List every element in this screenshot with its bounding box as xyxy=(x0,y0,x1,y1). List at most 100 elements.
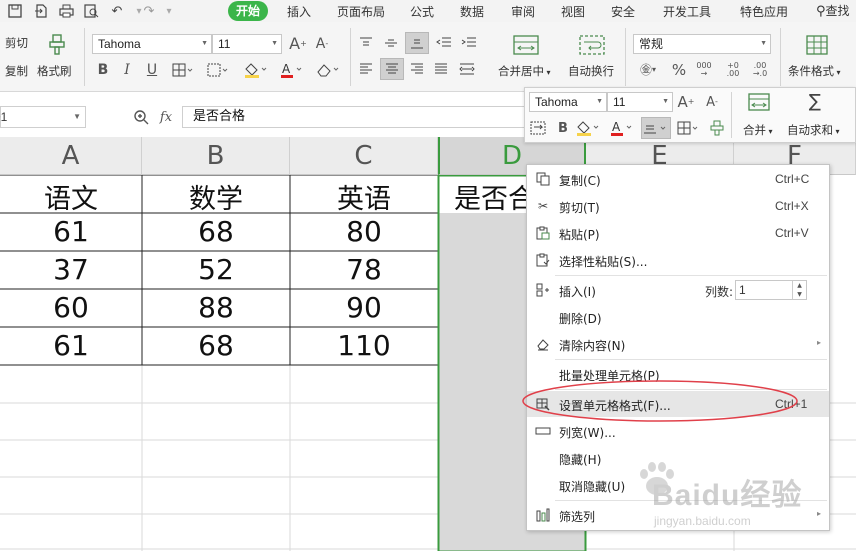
cell-b2[interactable]: 68 xyxy=(142,215,290,251)
search-command[interactable]: ⚲查找 xyxy=(816,2,856,20)
cell-c4[interactable]: 90 xyxy=(290,291,438,327)
percent-icon[interactable]: % xyxy=(670,61,688,79)
column-header-b[interactable]: B xyxy=(142,137,290,175)
underline-icon[interactable]: U xyxy=(144,61,160,79)
cell-a1[interactable]: 语文 xyxy=(0,177,142,215)
save-icon[interactable] xyxy=(6,2,24,20)
format-painter-icon[interactable] xyxy=(46,34,68,56)
merge-center-icon[interactable] xyxy=(512,34,540,56)
mini-wrap-icon[interactable] xyxy=(529,119,547,137)
distribute-icon[interactable] xyxy=(457,60,477,78)
tab-page-layout[interactable]: 页面布局 xyxy=(337,3,385,20)
increase-decimal-icon[interactable]: +0.00 xyxy=(723,59,743,81)
cell-a2[interactable]: 61 xyxy=(0,215,142,251)
menu-item-paste[interactable]: 粘贴(P) Ctrl+V xyxy=(527,220,829,246)
font-name-select[interactable]: Tahoma ▼ xyxy=(92,34,212,54)
cell-a4[interactable]: 60 xyxy=(0,291,142,327)
decrease-decimal-icon[interactable]: .00 →.0 xyxy=(750,59,770,81)
autosum-icon[interactable]: ∑ xyxy=(803,92,827,112)
cut-button[interactable]: 剪切 xyxy=(5,35,28,51)
clear-format-icon[interactable] xyxy=(314,61,342,79)
fx-icon[interactable]: fx xyxy=(156,108,176,126)
undo-icon[interactable]: ↶ xyxy=(108,2,126,20)
cell-b3[interactable]: 52 xyxy=(142,253,290,289)
cell-c2[interactable]: 80 xyxy=(290,215,438,251)
wrap-text-icon[interactable] xyxy=(578,34,606,56)
mini-fill-color-icon[interactable] xyxy=(575,119,601,137)
tab-home[interactable]: 开始 xyxy=(228,1,268,21)
format-painter-button[interactable]: 格式刷 xyxy=(37,63,72,79)
tab-formulas[interactable]: 公式 xyxy=(410,3,434,20)
fill-color-icon[interactable] xyxy=(243,61,269,79)
bold-icon[interactable]: B xyxy=(95,61,111,79)
increase-indent-icon[interactable] xyxy=(459,34,479,52)
mini-borders-icon[interactable] xyxy=(675,119,701,137)
thousands-separator-icon[interactable]: 000 → xyxy=(694,59,714,81)
wrap-text-button[interactable]: 自动换行 xyxy=(568,63,614,79)
formula-input[interactable]: 是否合格 xyxy=(182,106,562,128)
align-top-icon[interactable] xyxy=(357,34,375,52)
cell-style-icon[interactable] xyxy=(205,61,231,79)
align-left-icon[interactable] xyxy=(357,60,375,78)
cell-b5[interactable]: 68 xyxy=(142,329,290,365)
justify-icon[interactable] xyxy=(432,60,450,78)
mini-merge-icon[interactable] xyxy=(747,92,771,112)
align-bottom-icon[interactable] xyxy=(405,32,429,54)
menu-item-insert[interactable]: 插入(I) 列数: 1 ▲ ▼ xyxy=(527,277,829,303)
menu-item-clear-contents[interactable]: 清除内容(N) ▸ xyxy=(527,331,829,357)
conditional-format-button[interactable]: 条件格式 ▾ xyxy=(788,63,841,79)
zoom-icon[interactable] xyxy=(132,108,150,126)
autosum-button[interactable]: 自动求和 ▾ xyxy=(787,122,840,138)
cell-a5[interactable]: 61 xyxy=(0,329,142,365)
column-header-a[interactable]: A xyxy=(0,137,142,175)
align-middle-icon[interactable] xyxy=(382,34,400,52)
menu-item-copy[interactable]: 复制(C) Ctrl+C xyxy=(527,166,829,192)
name-box[interactable]: D1 ▼ xyxy=(0,106,86,128)
italic-icon[interactable]: I xyxy=(119,61,135,79)
font-size-select[interactable]: 11 ▼ xyxy=(212,34,282,54)
mini-merge-button[interactable]: 合并 ▾ xyxy=(743,122,773,138)
cell-b1[interactable]: 数学 xyxy=(142,177,290,215)
column-count-stepper[interactable]: ▲ ▼ xyxy=(792,281,806,299)
increase-font-icon[interactable]: A + xyxy=(289,34,307,54)
menu-item-paste-special[interactable]: 选择性粘贴(S)... xyxy=(527,247,829,273)
menu-item-delete[interactable]: 删除(D) xyxy=(527,304,829,330)
conditional-format-icon[interactable] xyxy=(804,34,830,56)
cell-d1[interactable]: 是否合格 xyxy=(454,177,526,213)
quick-access-more-icon[interactable]: ▾ xyxy=(160,2,178,20)
mini-font-name-select[interactable]: Tahoma ▼ xyxy=(529,92,607,112)
align-center-icon[interactable] xyxy=(380,58,404,80)
mini-align-icon[interactable] xyxy=(641,117,671,139)
mini-bold-icon[interactable]: B xyxy=(555,119,571,137)
redo-icon[interactable]: ↷ xyxy=(140,2,158,20)
decrease-indent-icon[interactable] xyxy=(434,34,454,52)
mini-font-size-select[interactable]: 11 ▼ xyxy=(607,92,673,112)
cell-b4[interactable]: 88 xyxy=(142,291,290,327)
align-right-icon[interactable] xyxy=(408,60,426,78)
tab-data[interactable]: 数据 xyxy=(460,3,484,20)
column-count-input[interactable]: 1 ▲ ▼ xyxy=(735,280,807,300)
tab-developer[interactable]: 开发工具 xyxy=(663,3,711,20)
menu-item-cut[interactable]: ✂ 剪切(T) Ctrl+X xyxy=(527,193,829,219)
print-icon[interactable] xyxy=(57,2,75,20)
tab-security[interactable]: 安全 xyxy=(611,3,635,20)
tab-insert[interactable]: 插入 xyxy=(287,3,311,20)
borders-icon[interactable] xyxy=(170,61,196,79)
number-format-select[interactable]: 常规 ▼ xyxy=(633,34,771,54)
cell-c1[interactable]: 英语 xyxy=(290,177,438,215)
cell-c5[interactable]: 110 xyxy=(290,329,438,365)
print-preview-icon[interactable] xyxy=(82,2,100,20)
currency-icon[interactable]: ㊎ ▾ xyxy=(636,61,660,79)
column-header-c[interactable]: C xyxy=(290,137,438,175)
cell-c3[interactable]: 78 xyxy=(290,253,438,289)
font-color-icon[interactable]: A xyxy=(279,61,305,79)
mini-format-painter-icon[interactable] xyxy=(707,119,727,137)
export-pdf-icon[interactable] xyxy=(32,2,50,20)
copy-button[interactable]: 复制 xyxy=(5,63,28,79)
increase-font-icon[interactable]: A + xyxy=(677,93,695,111)
tab-special[interactable]: 特色应用 xyxy=(740,3,788,20)
tab-review[interactable]: 审阅 xyxy=(511,3,535,20)
merge-center-button[interactable]: 合并居中 ▾ xyxy=(498,63,551,79)
decrease-font-icon[interactable]: A- xyxy=(703,93,721,111)
tab-view[interactable]: 视图 xyxy=(561,3,585,20)
